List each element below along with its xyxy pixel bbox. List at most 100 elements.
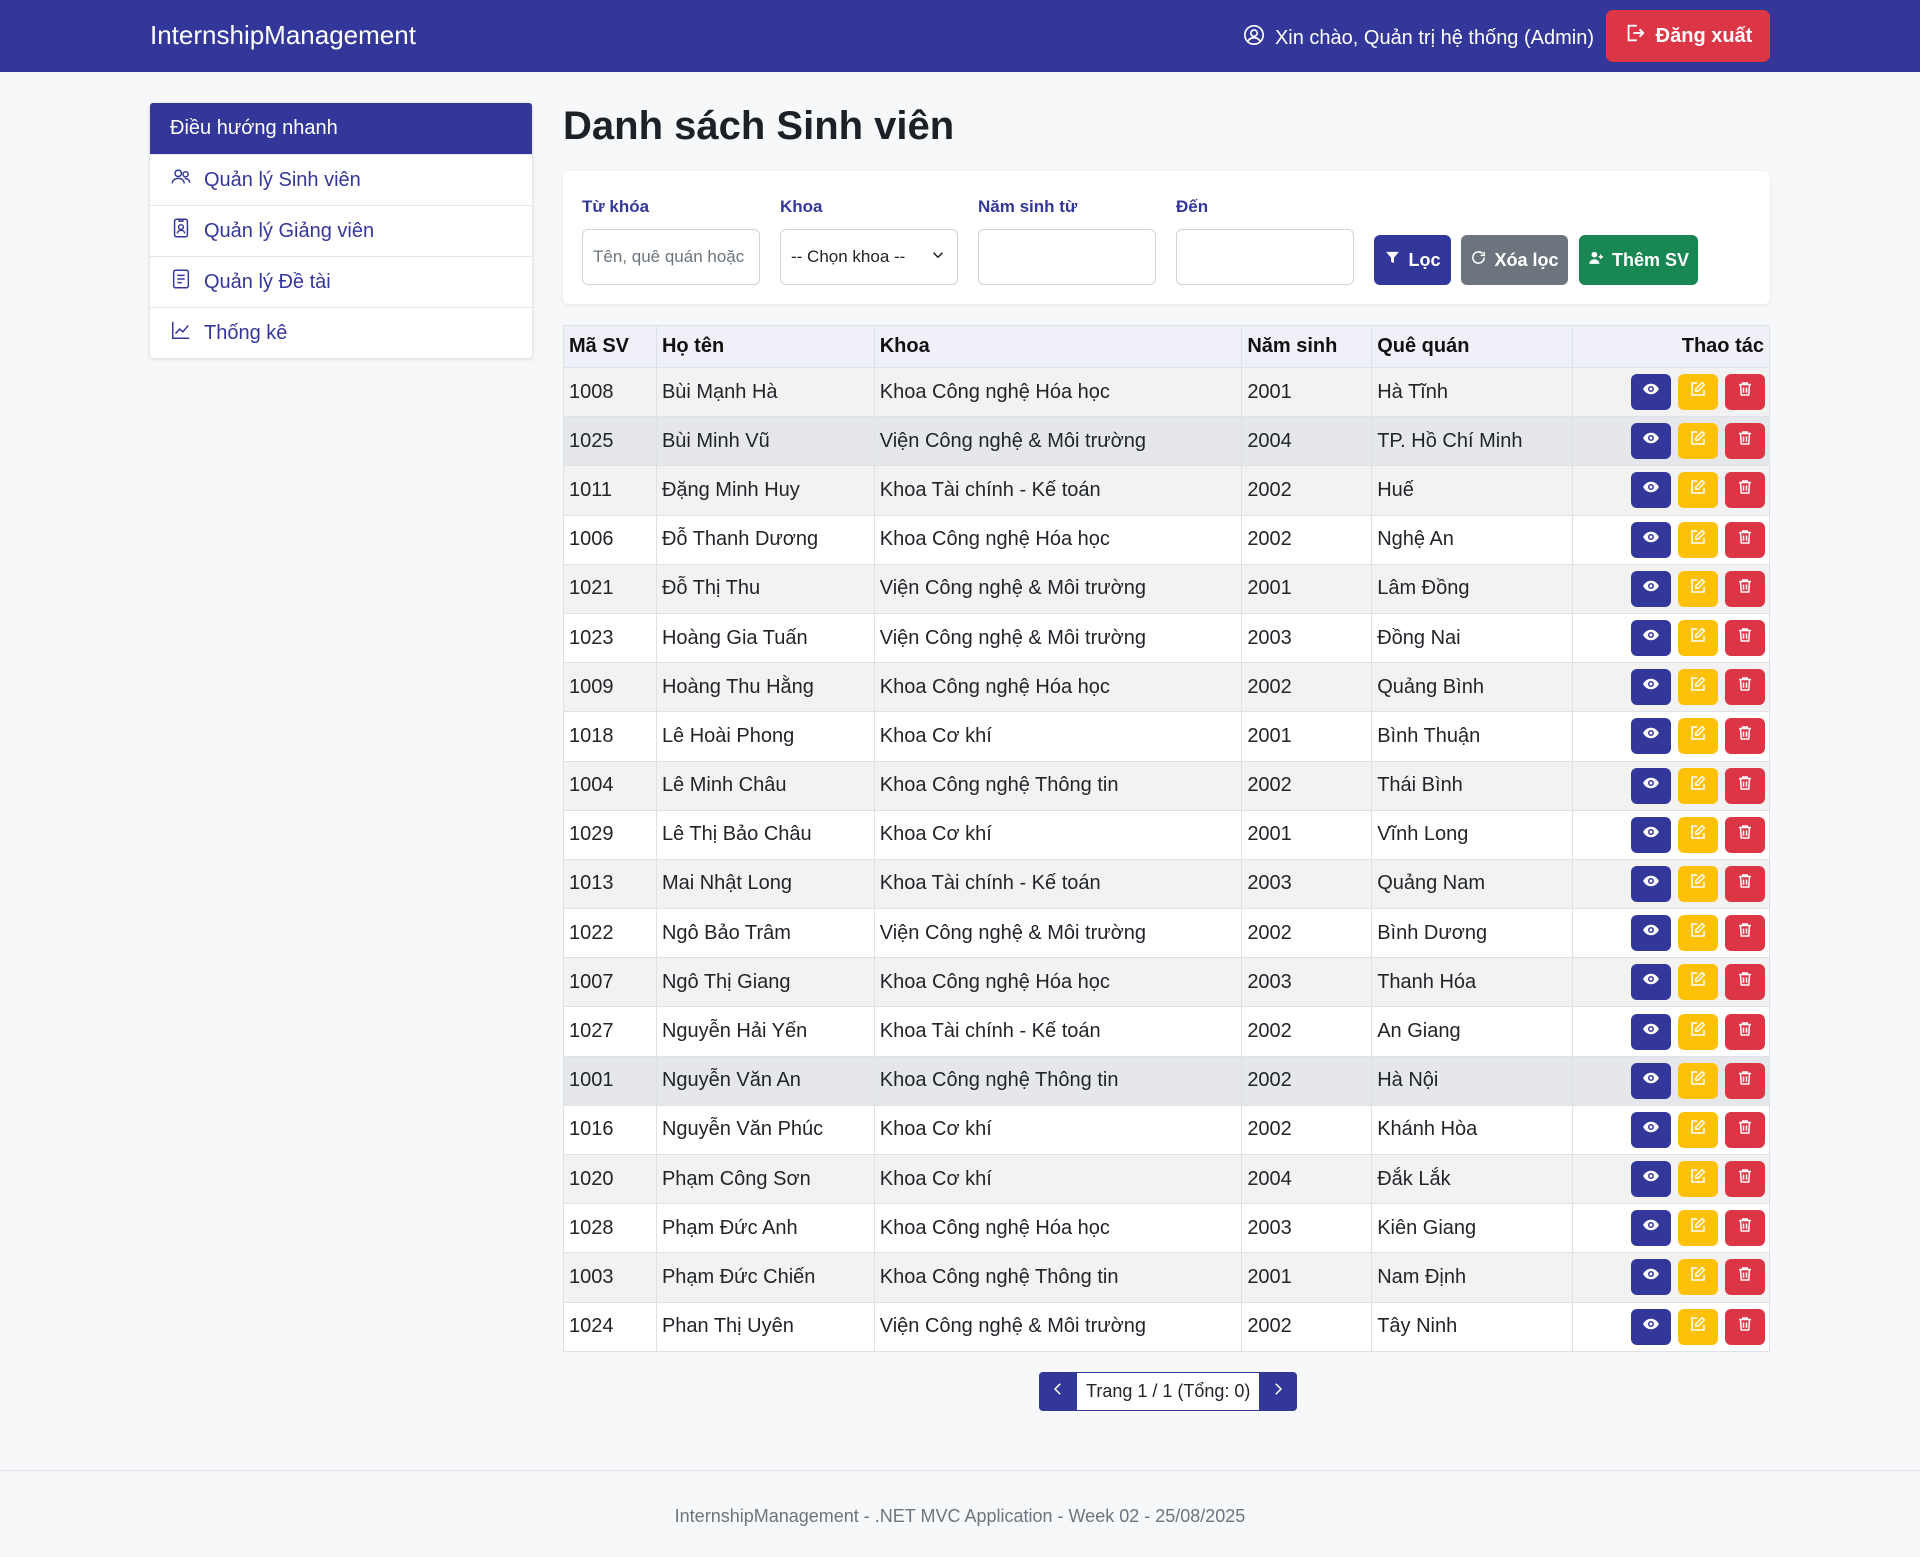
edit-button[interactable] [1678,472,1718,509]
delete-button[interactable] [1725,521,1765,558]
view-button[interactable] [1631,570,1671,607]
edit-button[interactable] [1678,1259,1718,1296]
view-button[interactable] [1631,915,1671,952]
student-id-cell: 1007 [563,957,657,1008]
view-button[interactable] [1631,1062,1671,1099]
view-button[interactable] [1631,620,1671,657]
edit-button[interactable] [1678,915,1718,952]
delete-button[interactable] [1725,570,1765,607]
view-button[interactable] [1631,1210,1671,1247]
delete-button[interactable] [1725,767,1765,804]
keyword-input[interactable]: Tên, quê quán hoặc [582,229,760,285]
edit-button[interactable] [1678,816,1718,853]
year-to-input[interactable] [1176,229,1354,285]
delete-button[interactable] [1725,1062,1765,1099]
view-button[interactable] [1631,865,1671,902]
edit-button[interactable] [1678,1062,1718,1099]
brand-link[interactable]: InternshipManagement [150,20,416,51]
sidebar-item-students[interactable]: Quản lý Sinh viên [150,154,532,205]
column-header-faculty[interactable]: Khoa [873,325,1243,368]
edit-button[interactable] [1678,964,1718,1001]
edit-button[interactable] [1678,1308,1718,1345]
delete-button[interactable] [1725,669,1765,706]
year-from-input[interactable] [978,229,1156,285]
delete-button[interactable] [1725,1111,1765,1148]
view-button[interactable] [1631,374,1671,411]
edit-button[interactable] [1678,669,1718,706]
faculty-select[interactable]: -- Chọn khoa -- [780,229,958,285]
delete-button[interactable] [1725,718,1765,755]
delete-button[interactable] [1725,865,1765,902]
delete-button[interactable] [1725,1259,1765,1296]
delete-button[interactable] [1725,374,1765,411]
trash-icon [1736,921,1754,945]
eye-icon [1642,478,1660,502]
logout-button[interactable]: Đăng xuất [1606,10,1770,62]
view-button[interactable] [1631,669,1671,706]
edit-button[interactable] [1678,767,1718,804]
next-page-button[interactable] [1259,1372,1298,1411]
view-button[interactable] [1631,718,1671,755]
student-id-cell: 1013 [563,858,657,910]
view-button[interactable] [1631,423,1671,460]
delete-button[interactable] [1725,964,1765,1001]
column-header-birth-year[interactable]: Năm sinh [1241,325,1373,368]
delete-button[interactable] [1725,423,1765,460]
student-name-cell: Mai Nhật Long [655,858,875,910]
faculty-cell: Viện Công nghệ & Môi trường [873,612,1243,664]
delete-button[interactable] [1725,816,1765,853]
clear-filter-button[interactable]: Xóa lọc [1461,235,1568,285]
student-name-cell: Hoàng Gia Tuấn [655,612,875,664]
sidebar-item-statistics[interactable]: Thống kê [150,307,532,358]
edit-button[interactable] [1678,374,1718,411]
sidebar-item-topics[interactable]: Quản lý Đề tài [150,256,532,307]
faculty-cell: Khoa Cơ khí [873,1153,1243,1205]
birth-year-cell: 2003 [1241,858,1373,910]
view-button[interactable] [1631,767,1671,804]
edit-button[interactable] [1678,1111,1718,1148]
edit-icon [1689,970,1707,994]
edit-button[interactable] [1678,1210,1718,1247]
delete-button[interactable] [1725,620,1765,657]
view-button[interactable] [1631,521,1671,558]
column-header-name[interactable]: Họ tên [655,325,875,368]
column-header-id[interactable]: Mã SV [563,325,657,368]
view-button[interactable] [1631,964,1671,1001]
view-button[interactable] [1631,1308,1671,1345]
delete-button[interactable] [1725,915,1765,952]
row-actions [1572,1203,1770,1254]
delete-button[interactable] [1725,1161,1765,1198]
birth-year-cell: 2003 [1241,612,1373,664]
delete-button[interactable] [1725,1308,1765,1345]
edit-button[interactable] [1678,521,1718,558]
view-button[interactable] [1631,472,1671,509]
filter-button[interactable]: Lọc [1374,235,1451,285]
delete-button[interactable] [1725,1210,1765,1247]
edit-button[interactable] [1678,1161,1718,1198]
prev-page-button[interactable] [1039,1372,1077,1411]
page-title: Danh sách Sinh viên [563,104,955,148]
faculty-cell: Khoa Công nghệ Thông tin [873,1055,1243,1106]
edit-button[interactable] [1678,423,1718,460]
edit-button[interactable] [1678,620,1718,657]
add-student-label: Thêm SV [1611,249,1690,270]
sidebar-item-lecturers[interactable]: Quản lý Giảng viên [150,205,532,256]
edit-icon [1689,478,1707,502]
view-button[interactable] [1631,816,1671,853]
sidebar-item-label: Thống kê [204,321,288,344]
add-student-button[interactable]: Thêm SV [1579,235,1698,285]
edit-button[interactable] [1678,570,1718,607]
delete-button[interactable] [1725,1013,1765,1050]
view-button[interactable] [1631,1111,1671,1148]
view-button[interactable] [1631,1259,1671,1296]
view-button[interactable] [1631,1161,1671,1198]
view-button[interactable] [1631,1013,1671,1050]
row-actions [1572,908,1770,959]
column-header-hometown[interactable]: Quê quán [1371,325,1574,368]
edit-button[interactable] [1678,1013,1718,1050]
edit-button[interactable] [1678,718,1718,755]
delete-button[interactable] [1725,472,1765,509]
row-actions [1572,1301,1770,1352]
edit-button[interactable] [1678,865,1718,902]
student-name-cell: Lê Minh Châu [655,760,875,811]
